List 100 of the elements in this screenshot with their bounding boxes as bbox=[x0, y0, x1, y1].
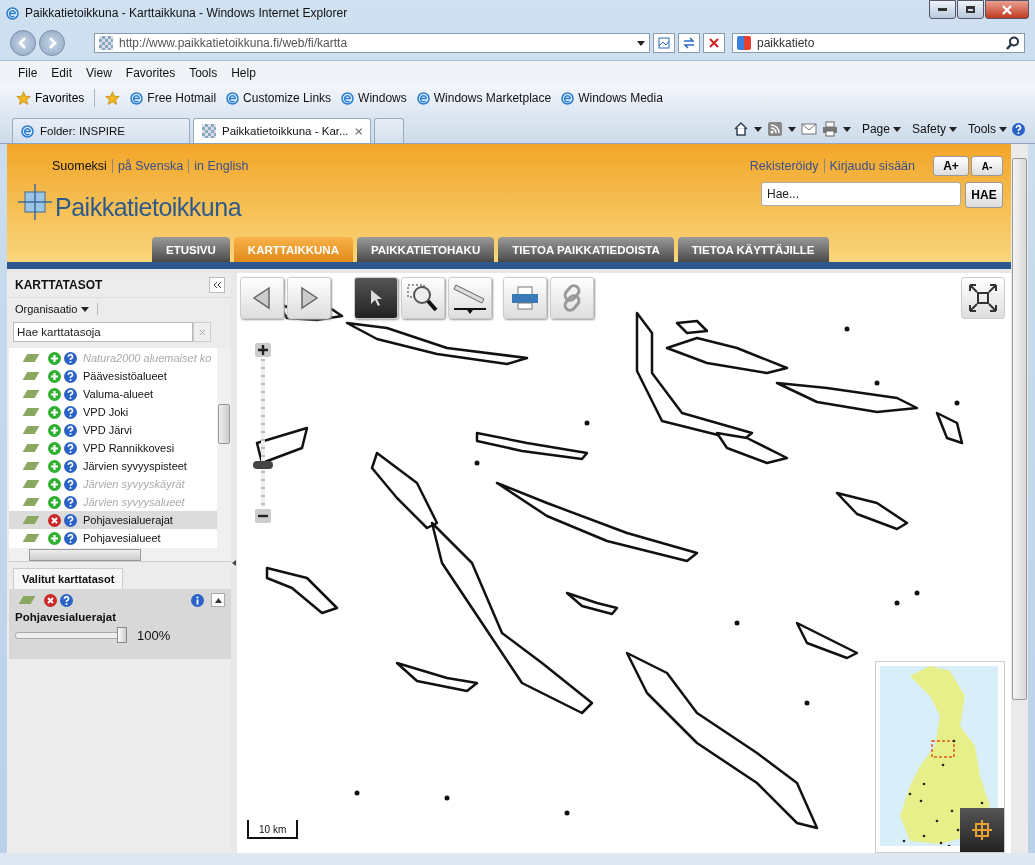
add-icon[interactable] bbox=[48, 459, 61, 473]
menu-item[interactable]: Favorites bbox=[125, 66, 176, 80]
info-icon[interactable] bbox=[64, 441, 77, 455]
filter-dropdown[interactable]: Organisaatio bbox=[15, 303, 78, 315]
browser-tab[interactable]: Paikkatietoikkuna - Kar... bbox=[193, 118, 371, 143]
menu-item[interactable]: View bbox=[86, 66, 112, 80]
favorites-link[interactable]: Customize Links bbox=[243, 91, 332, 105]
favorites-link[interactable]: Free Hotmail bbox=[147, 91, 217, 105]
forward-tool-button[interactable] bbox=[287, 277, 331, 319]
font-size-button[interactable]: A- bbox=[971, 156, 1003, 176]
measure-tool-button[interactable] bbox=[448, 277, 492, 319]
menu-item[interactable]: Help bbox=[231, 66, 256, 80]
map-view[interactable]: 10 km bbox=[237, 273, 1011, 853]
scrollbar-thumb[interactable] bbox=[1012, 158, 1027, 700]
favorites-link[interactable]: Windows bbox=[358, 91, 407, 105]
scrollbar-thumb[interactable] bbox=[29, 549, 141, 561]
opacity-slider[interactable] bbox=[15, 627, 127, 643]
print-tool-button[interactable] bbox=[503, 277, 547, 319]
font-size-button[interactable]: A+ bbox=[933, 156, 969, 176]
layer-row[interactable]: Valuma-alueet bbox=[9, 385, 217, 403]
slider-handle[interactable] bbox=[117, 627, 127, 643]
mail-icon[interactable] bbox=[800, 121, 817, 137]
nav-tab[interactable]: TIETOA KÄYTTÄJILLE bbox=[677, 237, 829, 262]
zoom-box-tool-button[interactable] bbox=[401, 277, 445, 319]
layer-row[interactable]: Pohjavesialueet bbox=[9, 529, 217, 547]
select-tool-button[interactable] bbox=[354, 277, 398, 319]
info-icon[interactable] bbox=[64, 423, 77, 437]
search-field[interactable]: paikkatieto bbox=[732, 33, 1025, 53]
add-icon[interactable] bbox=[48, 441, 61, 455]
layer-row[interactable]: Järvien syvyyspisteet bbox=[9, 457, 217, 475]
forward-button[interactable] bbox=[39, 30, 65, 56]
add-icon[interactable] bbox=[48, 369, 61, 383]
command-menu[interactable]: Page bbox=[861, 122, 890, 136]
info-icon[interactable] bbox=[191, 593, 204, 607]
info-icon[interactable] bbox=[64, 405, 77, 419]
nav-tab[interactable]: ETUSIVU bbox=[152, 237, 230, 262]
zoom-out-button[interactable] bbox=[255, 509, 271, 523]
refresh-button[interactable] bbox=[678, 33, 700, 53]
home-icon[interactable] bbox=[732, 121, 749, 137]
fullscreen-button[interactable] bbox=[961, 277, 1005, 319]
back-tool-button[interactable] bbox=[240, 277, 284, 319]
caret-icon bbox=[637, 40, 645, 46]
zoom-in-button[interactable] bbox=[255, 343, 271, 357]
remove-icon[interactable] bbox=[48, 513, 61, 527]
layer-row[interactable]: VPD Järvi bbox=[9, 421, 217, 439]
language-link[interactable]: på Svenska bbox=[111, 159, 184, 173]
menu-item[interactable]: File bbox=[18, 66, 38, 80]
language-link[interactable]: in English bbox=[188, 159, 249, 173]
menu-item[interactable]: Edit bbox=[51, 66, 73, 80]
browser-tab[interactable]: Folder: INSPIRE bbox=[12, 118, 190, 143]
minimize-button[interactable] bbox=[929, 0, 956, 19]
nav-tab[interactable]: PAIKKATIETOHAKU bbox=[357, 237, 495, 262]
account-link[interactable]: Kirjaudu sisään bbox=[823, 159, 915, 173]
command-menu[interactable]: Tools bbox=[968, 122, 996, 136]
slider-handle[interactable] bbox=[253, 461, 273, 470]
add-icon[interactable] bbox=[48, 423, 61, 437]
arrow-left-icon[interactable] bbox=[232, 560, 236, 566]
nav-tab[interactable]: TIETOA PAIKKATIEDOISTA bbox=[498, 237, 674, 262]
maximize-button[interactable] bbox=[957, 0, 984, 19]
language-link[interactable]: Suomeksi bbox=[52, 159, 107, 173]
collapse-button[interactable] bbox=[209, 277, 225, 293]
favorites-link[interactable]: Windows Marketplace bbox=[433, 91, 552, 105]
layer-row[interactable]: VPD Rannikkovesi bbox=[9, 439, 217, 457]
layer-search-field[interactable]: Hae karttatasoja bbox=[13, 322, 193, 342]
command-menu[interactable]: Safety bbox=[911, 122, 946, 136]
menu-item[interactable]: Tools bbox=[189, 66, 218, 80]
help-icon[interactable] bbox=[1012, 122, 1025, 136]
info-icon[interactable] bbox=[64, 369, 77, 383]
link-tool-button[interactable] bbox=[550, 277, 594, 319]
printer-icon[interactable] bbox=[821, 121, 838, 137]
layer-row[interactable]: Pohjavesialuerajat bbox=[9, 511, 217, 529]
panel-tab[interactable]: Valitut karttatasot bbox=[13, 568, 124, 589]
site-search-field[interactable]: Hae... bbox=[761, 182, 961, 206]
add-icon[interactable] bbox=[48, 531, 61, 545]
feed-icon[interactable] bbox=[766, 121, 783, 137]
add-icon[interactable] bbox=[48, 405, 61, 419]
info-icon[interactable] bbox=[64, 531, 77, 545]
layer-row[interactable]: Päävesistöalueet bbox=[9, 367, 217, 385]
favorites-button[interactable]: Favorites bbox=[16, 90, 85, 106]
overview-toggle-button[interactable] bbox=[960, 808, 1004, 852]
close-icon[interactable] bbox=[354, 126, 362, 136]
stop-button[interactable] bbox=[703, 33, 725, 53]
info-icon[interactable] bbox=[64, 513, 77, 527]
address-field[interactable]: http://www.paikkatietoikkuna.fi/web/fi/kartta bbox=[94, 33, 650, 53]
search-icon[interactable] bbox=[1006, 36, 1020, 50]
scrollbar-thumb[interactable] bbox=[218, 404, 230, 444]
account-link[interactable]: Rekisteröidy bbox=[749, 159, 819, 173]
back-button[interactable] bbox=[10, 30, 36, 56]
collapse-button[interactable] bbox=[211, 593, 225, 607]
info-icon[interactable] bbox=[60, 593, 73, 607]
favorites-link[interactable]: Windows Media bbox=[578, 91, 663, 105]
info-icon[interactable] bbox=[64, 387, 77, 401]
info-icon[interactable] bbox=[64, 459, 77, 473]
search-button[interactable]: HAE bbox=[965, 182, 1003, 208]
zoom-slider[interactable] bbox=[253, 359, 273, 507]
layer-row[interactable]: VPD Joki bbox=[9, 403, 217, 421]
close-button[interactable] bbox=[985, 0, 1029, 19]
remove-icon[interactable] bbox=[44, 593, 57, 607]
compatibility-button[interactable] bbox=[653, 33, 675, 53]
add-icon[interactable] bbox=[48, 387, 61, 401]
